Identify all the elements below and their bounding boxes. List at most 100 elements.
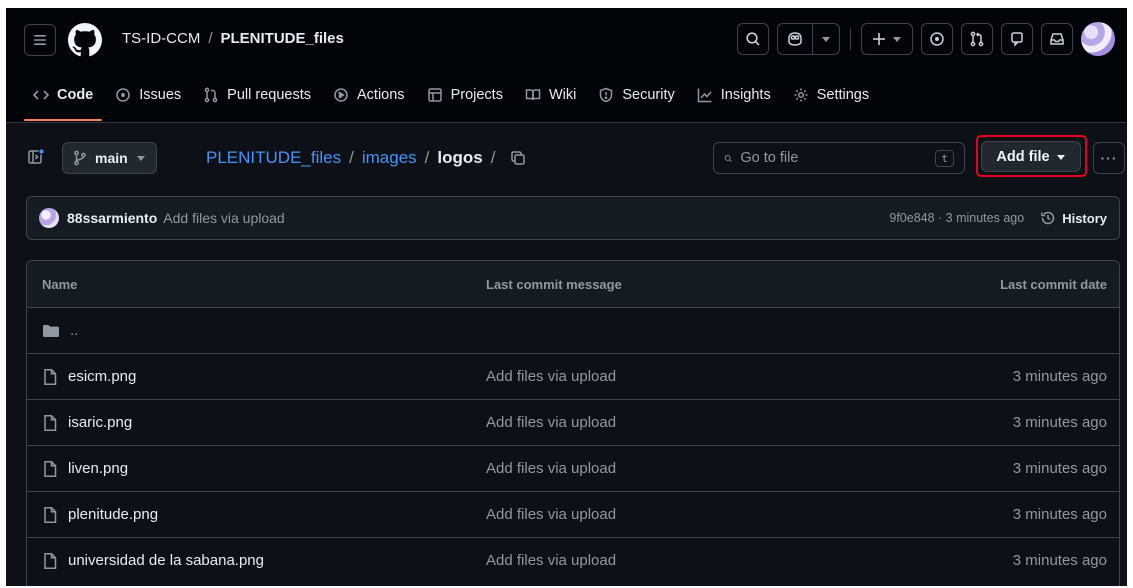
history-button[interactable]: History [1040, 210, 1107, 226]
repo-name-link[interactable]: PLENITUDE_files [221, 30, 344, 47]
tab-label: Issues [139, 87, 182, 103]
tab-issues[interactable]: Issues [106, 78, 190, 112]
commit-message-link[interactable]: Add files via upload [486, 368, 867, 385]
go-to-file-input[interactable] [740, 150, 928, 166]
sidebar-toggle-button[interactable] [22, 143, 50, 171]
file-icon [42, 552, 58, 570]
name-cell: universidad de la sabana.png [42, 552, 486, 570]
add-file-button[interactable]: Add file [981, 141, 1081, 172]
github-logo-icon[interactable] [68, 23, 102, 57]
parent-link[interactable]: .. [70, 322, 78, 339]
repo-owner-link[interactable]: TS-ID-CCM [122, 30, 200, 47]
tab-label: Code [57, 87, 94, 103]
tab-settings[interactable]: Settings [784, 78, 878, 112]
table-row[interactable]: liven.png Add files via upload 3 minutes… [27, 445, 1119, 491]
header-name: Name [42, 276, 78, 292]
commit-author-avatar[interactable] [39, 208, 59, 228]
name-cell: liven.png [42, 460, 486, 478]
shield-icon [598, 87, 614, 103]
tab-wiki[interactable]: Wiki [516, 78, 585, 112]
sidebar-expand-icon [28, 148, 45, 164]
tab-label: Pull requests [227, 87, 311, 103]
tab-code[interactable]: Code [24, 78, 103, 121]
file-path-breadcrumb: PLENITUDE_files / images / logos / [206, 148, 527, 168]
graph-icon [697, 87, 713, 103]
tab-label: Wiki [548, 87, 577, 103]
tab-label: Settings [816, 87, 870, 103]
commit-message[interactable]: Add files via upload [163, 210, 284, 226]
go-to-file-box[interactable]: t [713, 142, 965, 174]
divider [850, 28, 851, 50]
path-separator: / [424, 148, 430, 167]
history-label: History [1062, 210, 1107, 226]
commit-message-link[interactable]: Add files via upload [486, 460, 867, 477]
commit-message-link[interactable]: Add files via upload [486, 414, 867, 431]
pull-request-icon [203, 87, 219, 103]
path-segment-images[interactable]: images [362, 148, 417, 168]
copy-path-button[interactable] [509, 149, 527, 167]
file-table: Name Last commit message Last commit dat… [26, 260, 1120, 586]
parent-directory-row[interactable]: .. [27, 307, 1119, 353]
copy-icon [511, 151, 526, 165]
search-button[interactable] [737, 23, 769, 55]
table-row[interactable]: plenitude.png Add files via upload 3 min… [27, 491, 1119, 537]
file-name-link[interactable]: liven.png [68, 460, 128, 477]
play-icon [333, 87, 349, 103]
tab-security[interactable]: Security [589, 78, 683, 112]
file-name-link[interactable]: plenitude.png [68, 506, 158, 523]
name-cell: esicm.png [42, 368, 486, 386]
add-file-label: Add file [996, 148, 1050, 165]
pull-requests-button[interactable] [961, 23, 993, 55]
github-repo-page: TS-ID-CCM / PLENITUDE_files Code Issues … [6, 8, 1127, 586]
user-avatar[interactable] [1081, 22, 1115, 56]
commit-date: 3 minutes ago [1012, 506, 1107, 523]
commit-date: 3 minutes ago [1012, 414, 1107, 431]
history-icon [1041, 211, 1055, 225]
table-header: Name Last commit message Last commit dat… [27, 261, 1119, 307]
copilot-button[interactable] [778, 24, 812, 54]
branch-name: main [95, 150, 128, 166]
path-separator: / [490, 148, 496, 167]
create-new-menu[interactable] [861, 23, 913, 55]
book-icon [525, 87, 541, 103]
issue-icon [115, 87, 131, 103]
path-segment-repo[interactable]: PLENITUDE_files [206, 148, 341, 168]
search-icon [724, 154, 732, 162]
table-row[interactable]: isaric.png Add files via upload 3 minute… [27, 399, 1119, 445]
commit-message-link[interactable]: Add files via upload [486, 552, 867, 569]
commit-author[interactable]: 88ssarmiento [67, 210, 157, 226]
file-icon [42, 368, 58, 386]
menu-button[interactable] [24, 24, 56, 56]
tab-insights[interactable]: Insights [688, 78, 780, 112]
tab-projects[interactable]: Projects [418, 78, 512, 112]
tab-pull-requests[interactable]: Pull requests [194, 78, 320, 112]
tab-label: Actions [357, 87, 405, 103]
more-options-button[interactable]: ··· [1093, 142, 1125, 174]
global-actions [737, 22, 1115, 56]
branch-selector[interactable]: main [62, 142, 157, 174]
discussions-button[interactable] [1001, 23, 1033, 55]
file-name-link[interactable]: universidad de la sabana.png [68, 552, 264, 569]
issues-button[interactable] [921, 23, 953, 55]
table-row[interactable]: universidad de la sabana.png Add files v… [27, 537, 1119, 583]
copilot-menu[interactable] [777, 23, 840, 55]
name-cell: plenitude.png [42, 506, 486, 524]
caret-down-icon [822, 37, 830, 42]
commit-meta[interactable]: 9f0e848 · 3 minutes ago [889, 211, 1024, 225]
tab-actions[interactable]: Actions [324, 78, 414, 112]
file-name-link[interactable]: isaric.png [68, 414, 132, 431]
create-new-button[interactable] [862, 24, 912, 54]
plus-icon [873, 33, 885, 45]
tab-label: Projects [450, 87, 503, 103]
repo-header: TS-ID-CCM / PLENITUDE_files Code Issues … [6, 8, 1127, 123]
copilot-dropdown[interactable] [812, 24, 839, 54]
file-name-link[interactable]: esicm.png [68, 368, 136, 385]
commit-date: 3 minutes ago [1012, 460, 1107, 477]
path-separator: / [349, 148, 354, 167]
commit-message-link[interactable]: Add files via upload [486, 506, 867, 523]
search-icon [746, 32, 760, 46]
keyboard-shortcut-hint: t [935, 149, 954, 167]
kebab-icon: ··· [1100, 150, 1118, 166]
inbox-button[interactable] [1041, 23, 1073, 55]
table-row[interactable]: esicm.png Add files via upload 3 minutes… [27, 353, 1119, 399]
